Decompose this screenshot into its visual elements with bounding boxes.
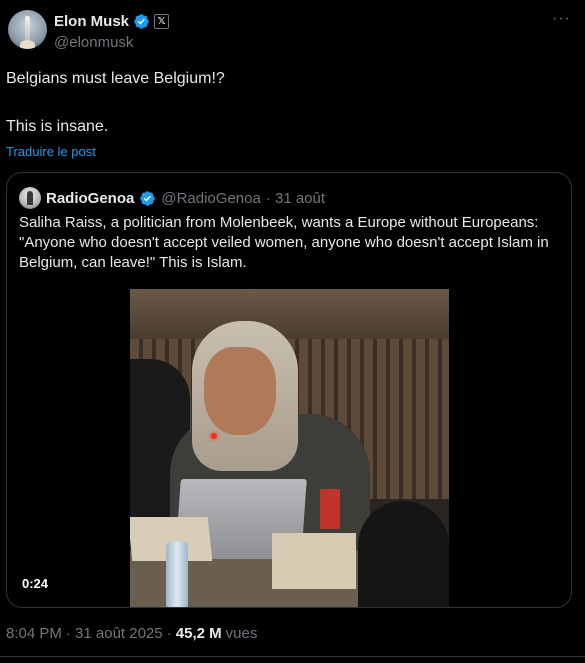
video-name-card-center — [272, 533, 356, 589]
author-name-row: Elon Musk 𝕏 — [54, 13, 170, 30]
video-person-foreground — [358, 501, 449, 607]
quoted-author-name[interactable]: RadioGenoa — [46, 190, 134, 207]
quoted-tweet-header: RadioGenoa @RadioGenoa · 31 août — [19, 187, 325, 209]
video-water-bottle — [166, 541, 188, 607]
tweet-text-line2: This is insane. — [6, 118, 109, 135]
tweet-time[interactable]: 8:04 PM — [6, 625, 62, 642]
tweet: Elon Musk 𝕏 @elonmusk ··· Belgians must … — [0, 0, 585, 663]
video-microphone-light — [211, 433, 217, 439]
author-avatar[interactable] — [8, 10, 47, 49]
quoted-tweet-card[interactable]: RadioGenoa @RadioGenoa · 31 août Saliha … — [6, 172, 572, 608]
tweet-text-line1: Belgians must leave Belgium!? — [6, 70, 225, 87]
smoke-plume-graphic — [20, 40, 35, 49]
more-options-icon[interactable]: ··· — [552, 10, 571, 28]
translate-post-link[interactable]: Traduire le post — [6, 144, 96, 159]
video-duration: 0:24 — [19, 575, 52, 592]
video-wall — [130, 289, 449, 339]
video-speaker-face — [204, 347, 276, 435]
quoted-author-handle[interactable]: @RadioGenoa — [161, 190, 260, 207]
author-handle[interactable]: @elonmusk — [54, 34, 133, 51]
verified-badge-icon[interactable] — [133, 13, 150, 30]
author-name[interactable]: Elon Musk — [54, 13, 129, 30]
video-red-cup — [320, 489, 340, 529]
x-affiliate-icon[interactable]: 𝕏 — [154, 14, 170, 29]
quoted-tweet-text: Saliha Raiss, a politician from Molenbee… — [19, 214, 549, 271]
quoted-tweet-date[interactable]: · 31 août — [266, 190, 325, 207]
views-label: vues — [225, 625, 258, 642]
divider — [0, 656, 585, 657]
views-count: 45,2 M — [175, 625, 222, 642]
quoted-author-avatar[interactable] — [19, 187, 41, 209]
tweet-meta: 8:04 PM · 31 août 2025 · 45,2 M vues — [6, 625, 257, 642]
tweet-date[interactable]: · 31 août 2025 · — [66, 625, 172, 642]
quoted-video[interactable] — [130, 289, 449, 607]
verified-badge-icon — [140, 190, 156, 206]
